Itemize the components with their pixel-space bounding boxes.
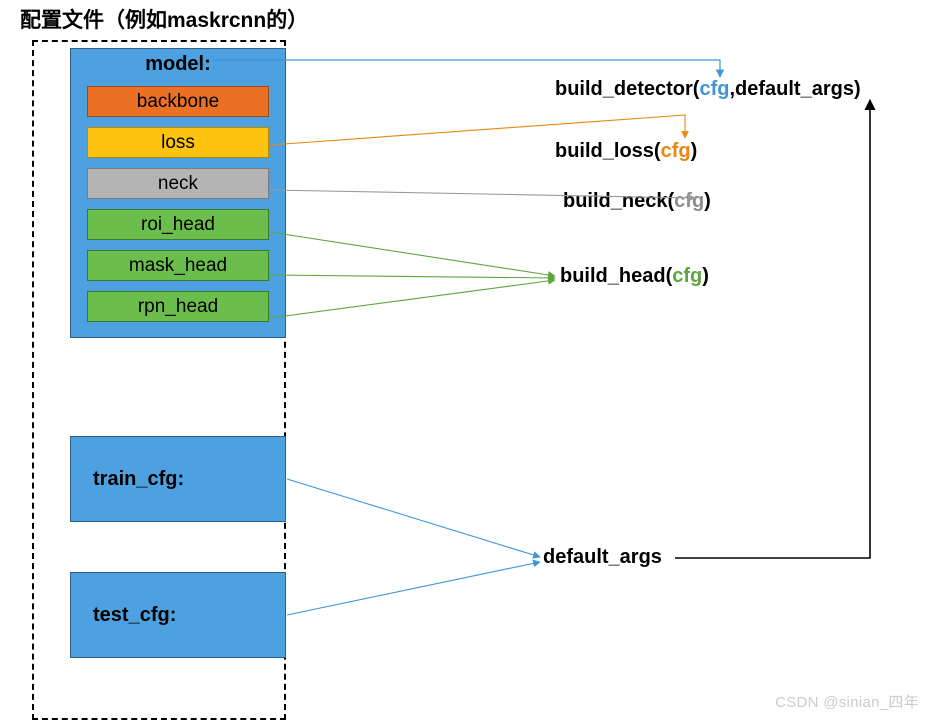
component-roi-head: roi_head bbox=[87, 209, 269, 240]
default-args-label: default_args bbox=[543, 546, 662, 569]
diagram-title: 配置文件（例如maskrcnn的） bbox=[20, 4, 308, 34]
component-rpn-head: rpn_head bbox=[87, 291, 269, 322]
build-loss-label: build_loss(cfg) bbox=[555, 140, 697, 163]
component-neck: neck bbox=[87, 168, 269, 199]
test-cfg-label: test_cfg: bbox=[93, 604, 176, 627]
train-cfg-label: train_cfg: bbox=[93, 468, 184, 491]
build-detector-label: build_detector(cfg,default_args) bbox=[555, 78, 861, 101]
train-cfg-block: train_cfg: bbox=[70, 436, 286, 522]
build-neck-label: build_neck(cfg) bbox=[563, 190, 711, 213]
build-head-label: build_head(cfg) bbox=[560, 265, 709, 288]
model-block: model: backbone loss neck roi_head mask_… bbox=[70, 48, 286, 338]
watermark: CSDN @sinian_四年 bbox=[775, 691, 919, 712]
component-loss: loss bbox=[87, 127, 269, 158]
component-mask-head: mask_head bbox=[87, 250, 269, 281]
test-cfg-block: test_cfg: bbox=[70, 572, 286, 658]
model-label: model: bbox=[71, 49, 285, 84]
component-backbone: backbone bbox=[87, 86, 269, 117]
